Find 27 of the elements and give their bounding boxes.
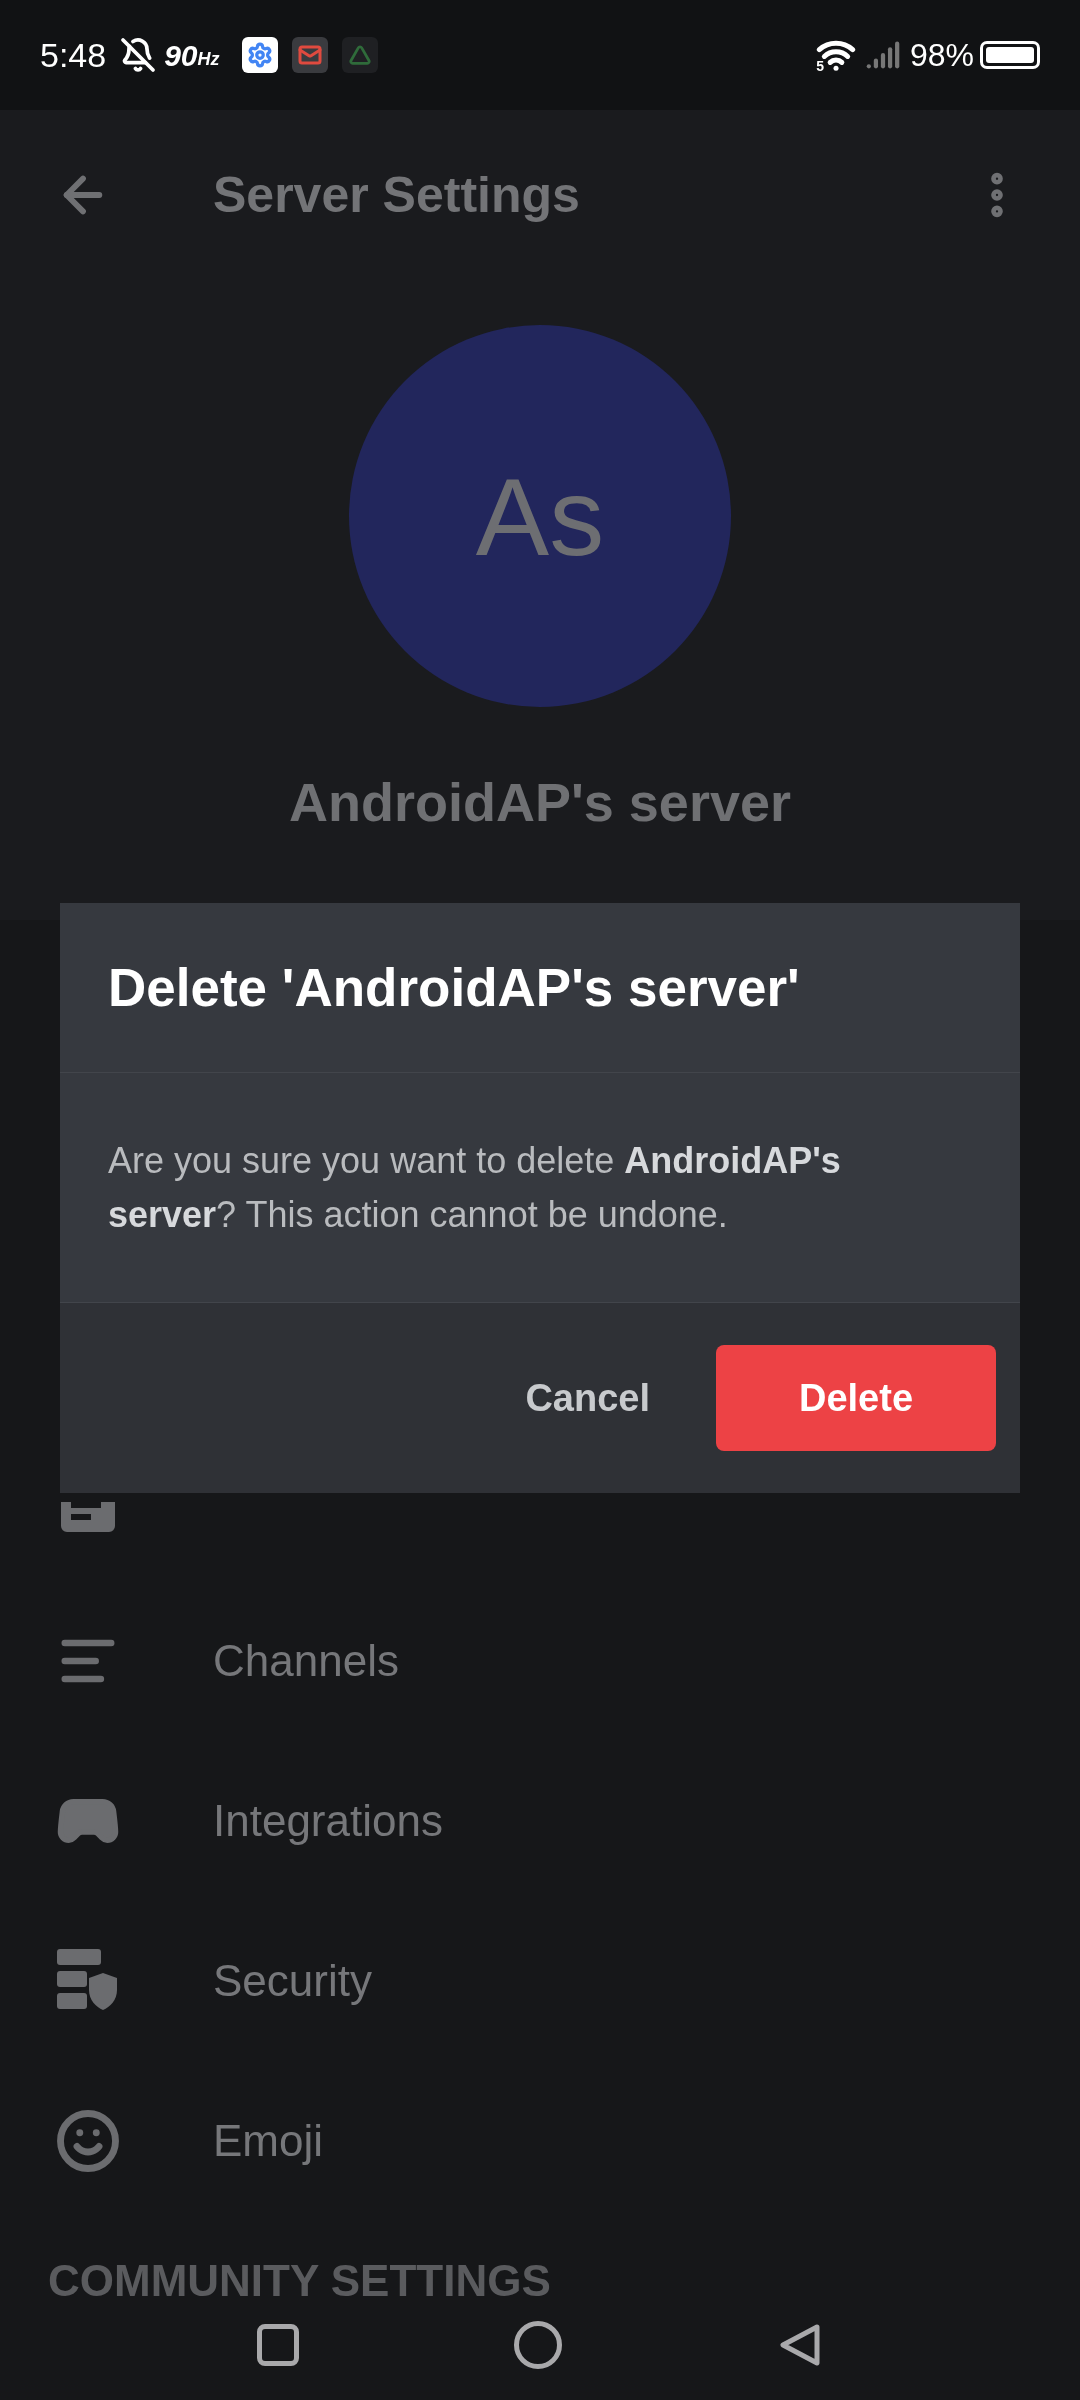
menu-item[interactable]: Emoji	[213, 2108, 324, 2174]
drive-notification-icon	[341, 37, 378, 73]
smiley-icon	[55, 2108, 121, 2174]
server-initials: As	[475, 453, 605, 580]
battery-percent: 98%	[909, 36, 974, 75]
clock: 5:48	[40, 34, 107, 76]
server-name: AndroidAP's server	[289, 771, 791, 834]
refresh-unit: Hz	[197, 48, 220, 71]
menu-item[interactable]: Security	[213, 1948, 372, 2014]
cancel-button[interactable]: Cancel	[495, 1349, 680, 1447]
section-header: COMMUNITY SETTINGS	[48, 2255, 551, 2307]
dialog-message: Are you sure you want to delete AndroidAP's server? This action cannot be undone.	[108, 1138, 842, 1237]
dialog-title: Delete 'AndroidAP's server'	[108, 956, 800, 1019]
settings-notification-icon	[241, 37, 278, 73]
battery-icon	[980, 41, 1040, 69]
refresh-rate: 90	[164, 37, 198, 74]
mail-notification-icon	[291, 37, 328, 73]
menu-item[interactable]: Integrations	[213, 1788, 443, 1854]
bell-off-icon	[120, 37, 157, 73]
document-icon	[61, 1502, 115, 1532]
recents-button[interactable]	[257, 2324, 300, 2366]
wifi-band-label: 5	[816, 56, 824, 76]
delete-button[interactable]: Delete	[716, 1345, 996, 1451]
menu-item[interactable]: Channels	[213, 1628, 399, 1694]
home-button[interactable]	[514, 2321, 562, 2369]
app-bar-title: Server Settings	[213, 165, 580, 225]
server-shield-icon	[57, 1949, 119, 2013]
